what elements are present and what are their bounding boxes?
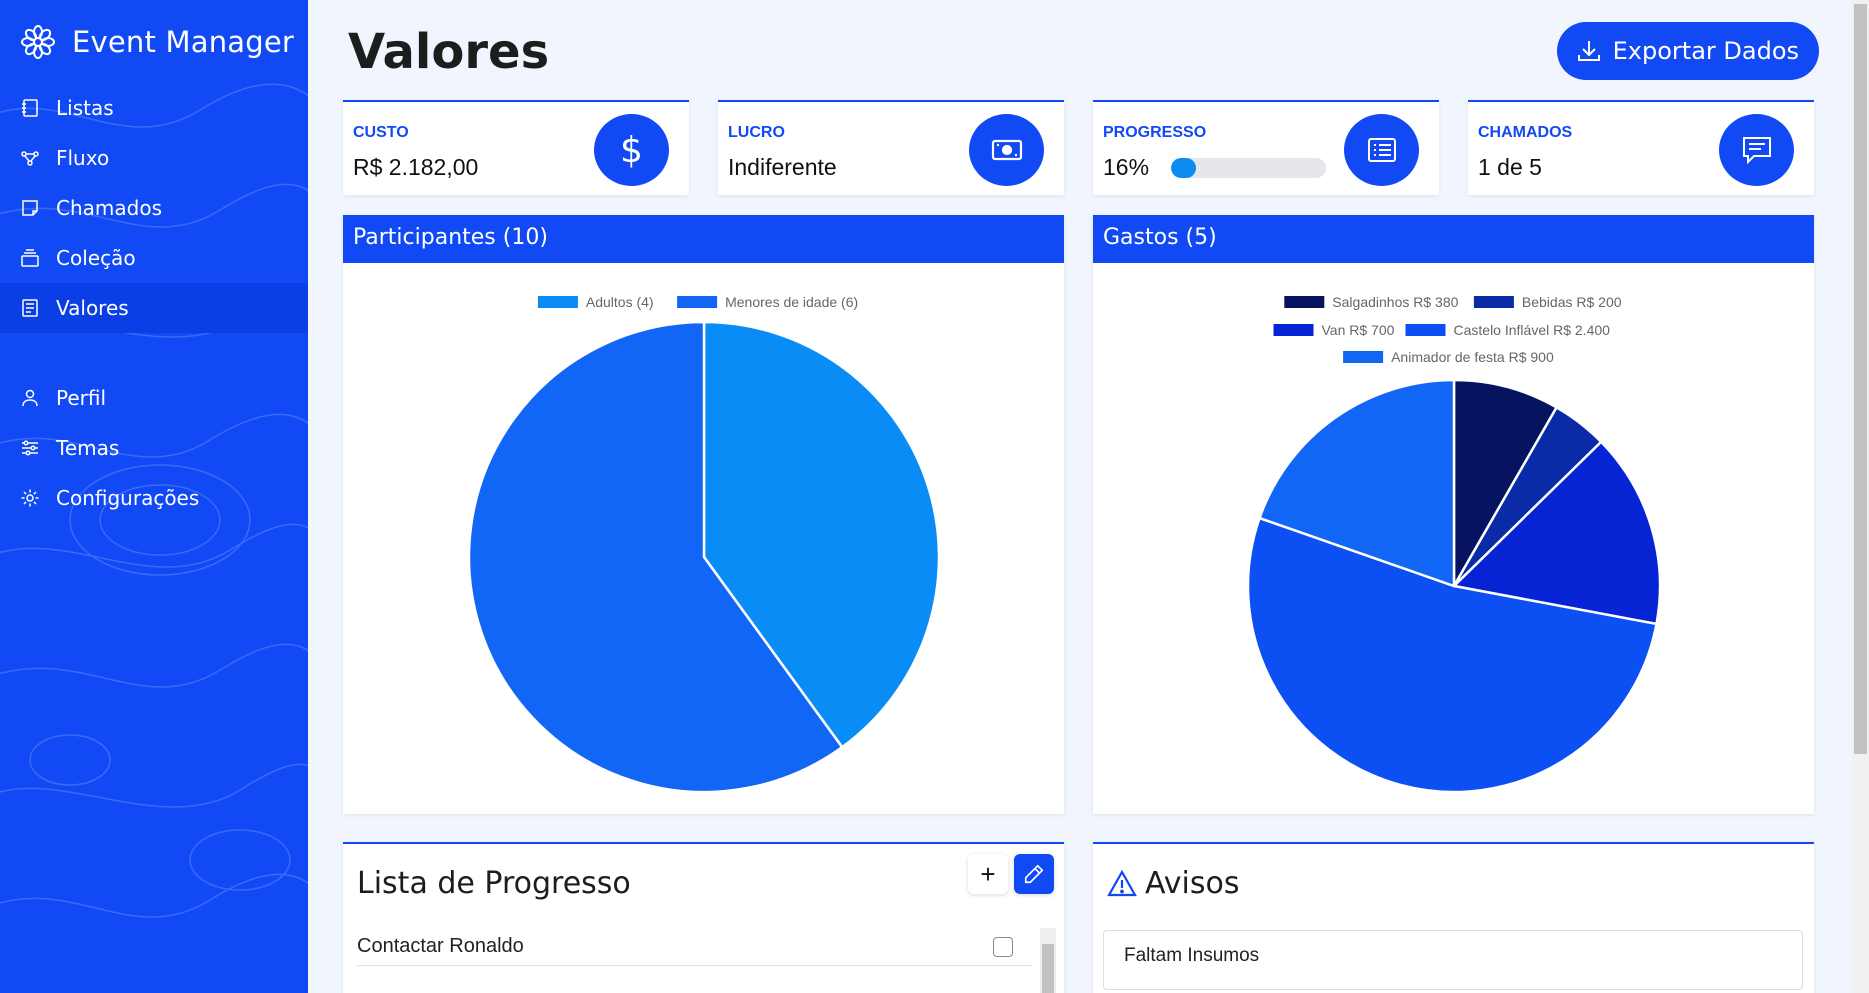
sidebar-item-label: Valores <box>56 296 129 320</box>
legend-label[interactable]: Animador de festa R$ 900 <box>1391 349 1554 365</box>
notebook-icon <box>20 98 40 118</box>
stat-value: Indiferente <box>728 154 837 180</box>
sidebar-item-configuracoes[interactable]: Configurações <box>0 473 308 523</box>
list-icon <box>1344 114 1419 186</box>
progress-bar <box>1171 158 1326 178</box>
sidebar-item-label: Temas <box>56 436 120 460</box>
notices-card: Avisos Faltam Insumos <box>1093 842 1814 993</box>
legend-label[interactable]: Castelo Inflável R$ 2.400 <box>1454 322 1611 338</box>
legend-swatch[interactable] <box>677 296 718 308</box>
flower-logo-icon <box>21 25 55 59</box>
list-scrollbar-thumb[interactable] <box>1042 944 1054 993</box>
ticket-icon <box>20 198 40 218</box>
task-label: Contactar Ronaldo <box>357 935 524 957</box>
cash-icon <box>969 114 1044 186</box>
export-data-label: Exportar Dados <box>1612 37 1799 65</box>
notices-title: Avisos <box>1145 866 1240 901</box>
task-row[interactable]: Contactar Ronaldo <box>357 928 1033 966</box>
pencil-icon <box>1024 864 1044 884</box>
legend-swatch[interactable] <box>1343 351 1384 363</box>
sidebar-item-label: Coleção <box>56 246 136 270</box>
stat-card-custo: CUSTO R$ 2.182,00 $ <box>343 100 689 195</box>
progress-fill <box>1171 158 1196 178</box>
secondary-nav: Perfil Temas Configurações <box>0 373 308 523</box>
sliders-icon <box>20 438 40 458</box>
expenses-pie-chart: Salgadinhos R$ 380 Bebidas R$ 200 Van R$ 7… <box>1246 294 1662 794</box>
export-data-button[interactable]: Exportar Dados <box>1556 22 1819 80</box>
legend-swatch[interactable] <box>537 296 578 308</box>
stat-card-progresso: PROGRESSO 16% <box>1093 100 1439 195</box>
task-checkbox[interactable] <box>993 936 1013 957</box>
stat-label: CHAMADOS <box>1478 124 1573 141</box>
legend-swatch[interactable] <box>1473 296 1514 308</box>
page-scrollbar[interactable] <box>1852 0 1869 993</box>
sidebar-item-label: Listas <box>56 96 114 120</box>
participants-card: Participantes (10) Adultos (4) Menores de… <box>343 215 1064 814</box>
stat-value: 1 de 5 <box>1478 154 1542 180</box>
stat-label: PROGRESSO <box>1103 124 1207 141</box>
expenses-card: Gastos (5) Salgadinhos R$ 380 Bebidas R$ … <box>1093 215 1814 814</box>
legend-label[interactable]: Adultos (4) <box>586 294 654 310</box>
sidebar-item-label: Perfil <box>56 386 107 410</box>
page-title: Valores <box>348 24 550 80</box>
main-content: Valores Exportar Dados CUSTO R$ 2.182,00… <box>308 0 1849 993</box>
warning-icon <box>1107 869 1137 896</box>
flow-icon <box>20 148 40 168</box>
sidebar: Event Manager Listas Fluxo Chamados Cole… <box>0 0 308 993</box>
stat-value: R$ 2.182,00 <box>353 154 479 180</box>
main-nav: Listas Fluxo Chamados Coleção Valores <box>0 83 308 333</box>
legend-label[interactable]: Van R$ 700 <box>1322 322 1395 338</box>
legend-swatch[interactable] <box>1405 324 1446 336</box>
brand[interactable]: Event Manager <box>20 24 294 60</box>
stat-card-chamados: CHAMADOS 1 de 5 <box>1468 100 1814 195</box>
expenses-title: Gastos (5) <box>1093 215 1814 263</box>
sidebar-item-valores[interactable]: Valores <box>0 283 308 333</box>
sidebar-item-fluxo[interactable]: Fluxo <box>0 133 308 183</box>
stat-label: CUSTO <box>353 124 409 141</box>
progress-list-title: Lista de Progresso <box>357 866 631 901</box>
legend-swatch[interactable] <box>1284 296 1325 308</box>
stat-card-lucro: LUCRO Indiferente <box>718 100 1064 195</box>
sidebar-item-label: Chamados <box>56 196 162 220</box>
notices-heading: Avisos <box>1107 866 1239 901</box>
sidebar-item-label: Fluxo <box>56 146 110 170</box>
participants-title: Participantes (10) <box>343 215 1064 263</box>
stat-value: 16% <box>1103 154 1150 180</box>
page-scrollbar-thumb[interactable] <box>1854 4 1867 754</box>
user-icon <box>20 388 40 408</box>
chat-icon <box>1719 114 1794 186</box>
download-icon <box>1577 41 1600 61</box>
notice-item[interactable]: Faltam Insumos <box>1103 930 1803 990</box>
legend-swatch[interactable] <box>1273 324 1314 336</box>
participants-pie-chart: Adultos (4) Menores de idade (6) <box>467 294 941 794</box>
add-task-button[interactable]: + <box>968 854 1008 894</box>
sidebar-item-perfil[interactable]: Perfil <box>0 373 308 423</box>
brand-name: Event Manager <box>72 25 295 59</box>
sidebar-item-chamados[interactable]: Chamados <box>0 183 308 233</box>
legend-label[interactable]: Menores de idade (6) <box>725 294 858 310</box>
edit-list-button[interactable] <box>1014 854 1054 894</box>
sidebar-item-colecao[interactable]: Coleção <box>0 233 308 283</box>
collection-icon <box>20 248 40 268</box>
gear-icon <box>20 488 40 508</box>
sidebar-item-temas[interactable]: Temas <box>0 423 308 473</box>
progress-list-card: Lista de Progresso + Contactar Ronaldo <box>343 842 1064 993</box>
dollar-icon: $ <box>594 114 669 186</box>
sidebar-item-listas[interactable]: Listas <box>0 83 308 133</box>
sidebar-item-label: Configurações <box>56 486 200 510</box>
legend-label[interactable]: Salgadinhos R$ 380 <box>1332 294 1458 310</box>
legend-label[interactable]: Bebidas R$ 200 <box>1522 294 1622 310</box>
list-scrollbar[interactable] <box>1040 928 1056 993</box>
receipt-icon <box>20 298 40 318</box>
stat-label: LUCRO <box>728 124 785 141</box>
